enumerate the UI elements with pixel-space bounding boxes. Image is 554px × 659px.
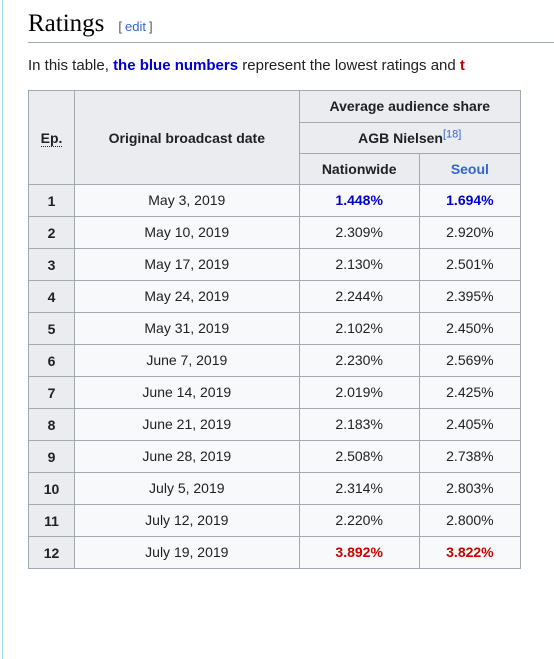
header-broadcast-date: Original broadcast date <box>74 90 300 186</box>
header-seoul: Seoul <box>418 152 522 186</box>
row-episode-number: 9 <box>27 440 76 474</box>
table-row: 1 May 3, 2019 1.448% 1.694% <box>27 184 522 218</box>
table-row: 8 June 21, 2019 2.183% 2.405% <box>27 408 522 442</box>
row-episode-number: 1 <box>27 184 76 218</box>
row-broadcast-date: June 21, 2019 <box>74 408 300 442</box>
section-title-text: Ratings <box>28 10 105 37</box>
row-episode-number: 3 <box>27 248 76 282</box>
table-row: 3 May 17, 2019 2.130% 2.501% <box>27 248 522 282</box>
row-seoul-rating: 2.803% <box>418 472 522 506</box>
row-broadcast-date: June 7, 2019 <box>74 344 300 378</box>
row-nationwide-rating: 2.508% <box>298 440 420 474</box>
row-broadcast-date: May 17, 2019 <box>74 248 300 282</box>
reference-link-18[interactable]: [18] <box>443 128 461 140</box>
article-content: Ratings [edit] In this table, the blue n… <box>0 0 554 570</box>
row-seoul-rating: 2.450% <box>418 312 522 346</box>
table-row: 6 June 7, 2019 2.230% 2.569% <box>27 344 522 378</box>
row-broadcast-date: July 19, 2019 <box>74 536 300 570</box>
row-episode-number: 4 <box>27 280 76 314</box>
row-seoul-rating: 2.425% <box>418 376 522 410</box>
row-nationwide-rating: 2.183% <box>298 408 420 442</box>
seoul-link[interactable]: Seoul <box>451 161 489 177</box>
row-nationwide-rating: 2.230% <box>298 344 420 378</box>
row-episode-number: 6 <box>27 344 76 378</box>
row-broadcast-date: July 5, 2019 <box>74 472 300 506</box>
table-header-row-1: Ep. Original broadcast date Average audi… <box>27 90 522 186</box>
row-broadcast-date: July 12, 2019 <box>74 504 300 538</box>
row-seoul-rating: 2.800% <box>418 504 522 538</box>
heading-divider <box>28 42 554 44</box>
row-broadcast-date: May 3, 2019 <box>74 184 300 218</box>
ratings-table-container: Ep. Original broadcast date Average audi… <box>27 90 554 570</box>
table-header: Ep. Original broadcast date Average audi… <box>27 90 522 186</box>
row-nationwide-rating: 2.220% <box>298 504 420 538</box>
header-episode: Ep. <box>27 90 76 186</box>
row-episode-number: 7 <box>27 376 76 410</box>
intro-red-numbers-text: t <box>459 57 465 75</box>
row-episode-number: 2 <box>27 216 76 250</box>
row-nationwide-rating: 2.019% <box>298 376 420 410</box>
row-seoul-rating: 2.405% <box>418 408 522 442</box>
intro-text-part1: In this table, <box>28 57 114 75</box>
table-row: 10 July 5, 2019 2.314% 2.803% <box>27 472 522 506</box>
table-row: 2 May 10, 2019 2.309% 2.920% <box>27 216 522 250</box>
row-episode-number: 10 <box>27 472 76 506</box>
header-provider-label: AGB Nielsen <box>358 129 443 146</box>
intro-text-part2: represent the lowest ratings and <box>238 57 460 75</box>
row-nationwide-rating: 3.892% <box>298 536 420 570</box>
row-seoul-rating: 2.920% <box>418 216 522 250</box>
ratings-table: Ep. Original broadcast date Average audi… <box>27 90 522 570</box>
table-row: 9 June 28, 2019 2.508% 2.738% <box>27 440 522 474</box>
header-average-audience-share: Average audience share <box>298 90 522 123</box>
row-seoul-rating: 2.569% <box>418 344 522 378</box>
row-seoul-rating: 2.501% <box>418 248 522 282</box>
row-broadcast-date: May 10, 2019 <box>74 216 300 250</box>
row-nationwide-rating: 2.102% <box>298 312 420 346</box>
row-seoul-rating: 2.395% <box>418 280 522 314</box>
edit-close-bracket: ] <box>149 19 153 34</box>
intro-blue-numbers-text: the blue numbers <box>113 57 239 75</box>
row-broadcast-date: May 24, 2019 <box>74 280 300 314</box>
table-row: 5 May 31, 2019 2.102% 2.450% <box>27 312 522 346</box>
page-title: Ratings [edit] <box>28 0 554 42</box>
row-nationwide-rating: 2.309% <box>298 216 420 250</box>
row-episode-number: 5 <box>27 312 76 346</box>
table-row: 11 July 12, 2019 2.220% 2.800% <box>27 504 522 538</box>
header-nationwide: Nationwide <box>298 152 420 186</box>
row-nationwide-rating: 2.244% <box>298 280 420 314</box>
header-provider: AGB Nielsen[18] <box>298 121 522 154</box>
row-nationwide-rating: 2.314% <box>298 472 420 506</box>
edit-section-links: [edit] <box>118 19 152 35</box>
table-row: 12 July 19, 2019 3.892% 3.822% <box>27 536 522 570</box>
row-broadcast-date: June 28, 2019 <box>74 440 300 474</box>
row-seoul-rating: 3.822% <box>418 536 522 570</box>
row-episode-number: 8 <box>27 408 76 442</box>
table-body: 1 May 3, 2019 1.448% 1.694% 2 May 10, 2019 2.3… <box>27 184 522 570</box>
row-seoul-rating: 2.738% <box>418 440 522 474</box>
row-episode-number: 11 <box>27 504 76 538</box>
table-row: 7 June 14, 2019 2.019% 2.425% <box>27 376 522 410</box>
row-broadcast-date: May 31, 2019 <box>74 312 300 346</box>
row-episode-number: 12 <box>27 536 76 570</box>
intro-paragraph: In this table, the blue numbers represen… <box>28 54 554 78</box>
row-seoul-rating: 1.694% <box>418 184 522 218</box>
row-broadcast-date: June 14, 2019 <box>74 376 300 410</box>
row-nationwide-rating: 2.130% <box>298 248 420 282</box>
table-row: 4 May 24, 2019 2.244% 2.395% <box>27 280 522 314</box>
edit-section-link[interactable]: edit <box>122 19 149 34</box>
episode-abbr[interactable]: Ep. <box>40 129 63 147</box>
row-nationwide-rating: 1.448% <box>298 184 420 218</box>
